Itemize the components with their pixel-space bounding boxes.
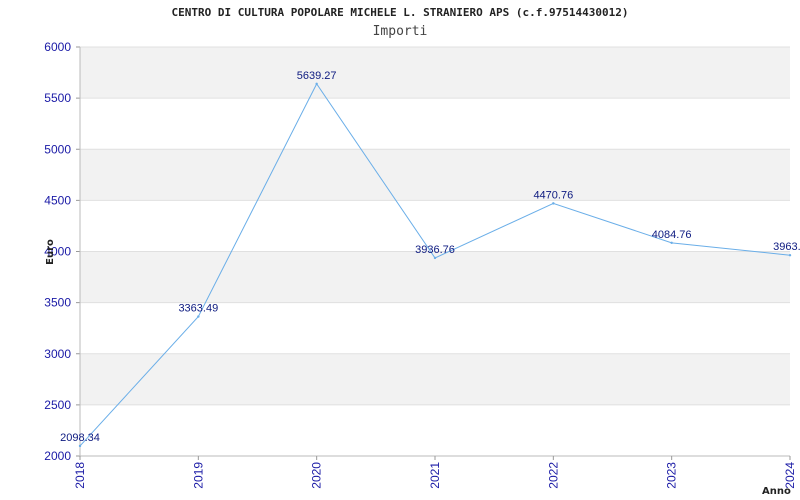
y-axis-label: Euro	[45, 239, 56, 265]
y-tick-label: 5000	[44, 142, 71, 156]
grid-band	[80, 353, 790, 405]
x-tick-label: 2022	[546, 462, 560, 489]
x-tick-label: 2021	[428, 462, 442, 489]
grid-band	[80, 47, 790, 99]
data-point	[552, 202, 555, 205]
grid-band	[80, 251, 790, 303]
x-tick-label: 2023	[665, 462, 679, 489]
x-axis-label: Anno	[762, 486, 791, 497]
data-point	[197, 315, 200, 318]
data-label: 3963.5	[773, 241, 800, 253]
data-label: 3936.76	[415, 244, 455, 256]
x-tick-label: 2020	[310, 462, 324, 489]
y-tick-label: 5500	[44, 91, 71, 105]
y-tick-label: 2000	[44, 449, 71, 463]
y-tick-label: 6000	[44, 40, 71, 54]
y-tick-label: 3000	[44, 347, 71, 361]
grid-band	[80, 149, 790, 201]
data-label: 3363.49	[178, 303, 218, 315]
data-label: 4470.76	[533, 189, 573, 201]
data-label: 2098.34	[60, 432, 100, 444]
x-tick-label: 2019	[191, 462, 205, 489]
data-point	[315, 82, 318, 86]
x-tick-label: 2024	[783, 462, 797, 489]
y-tick-label: 3500	[44, 296, 71, 310]
line-chart: 200025003000350040004500500055006000 201…	[44, 40, 800, 497]
x-ticks: 2018 2019 2020 2021 2022 2023 2024	[73, 456, 797, 489]
x-tick-label: 2018	[73, 462, 87, 489]
data-label: 5639.27	[297, 70, 337, 82]
grid-bands	[80, 47, 790, 405]
data-point	[78, 444, 82, 448]
data-point	[433, 256, 437, 260]
data-point	[670, 241, 673, 245]
y-tick-label: 2500	[44, 398, 71, 412]
y-tick-label: 4500	[44, 193, 71, 207]
data-label: 4084.76	[652, 229, 692, 241]
data-point	[788, 254, 792, 257]
